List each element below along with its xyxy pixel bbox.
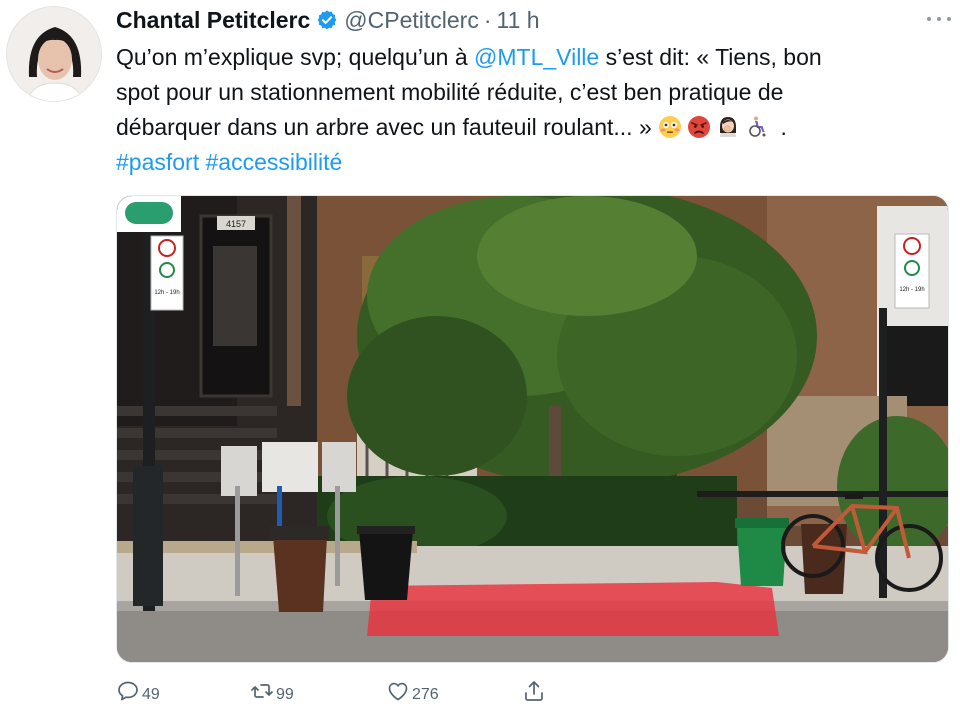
sign-hours-right: 12h - 19h	[899, 287, 924, 293]
share-icon	[525, 681, 543, 701]
tweet-line-2: spot pour un stationnement mobilité rédu…	[116, 79, 784, 105]
tweet-line-1: Qu’on m’explique svp; quelqu’un à @MTL_V…	[116, 40, 936, 75]
tweet-text-segment: s’est dit: « Tiens, bon	[599, 44, 822, 70]
like-button[interactable]: 276	[386, 674, 439, 708]
reply-count: 49	[142, 686, 160, 703]
tweet-line-4: #pasfort #accessibilité	[116, 145, 936, 180]
action-bar: 49 99 276	[116, 674, 556, 708]
woman-facepalming-emoji	[720, 117, 737, 137]
hashtag-pasfort[interactable]: #pasfort	[116, 149, 199, 175]
tweet-text-segment: .	[774, 114, 787, 140]
retweet-icon	[251, 684, 273, 698]
retweet-button[interactable]: 99	[250, 674, 294, 708]
more-options-icon[interactable]	[927, 10, 951, 28]
like-count: 276	[412, 686, 439, 703]
street-photo: 4157 12h - 19h 12h - 19h	[117, 196, 948, 662]
reply-icon	[118, 681, 138, 701]
author-name[interactable]: Chantal Petitclerc	[116, 7, 310, 34]
mention-link[interactable]: @MTL_Ville	[474, 44, 599, 70]
verified-badge-icon	[317, 10, 337, 30]
tweet-text: Qu’on m’explique svp; quelqu’un à @MTL_V…	[116, 40, 936, 180]
retweet-count: 99	[276, 686, 294, 703]
sign-hours-left: 12h - 19h	[154, 290, 179, 296]
building-number: 4157	[226, 219, 246, 229]
share-button[interactable]	[522, 674, 546, 708]
heart-icon	[388, 682, 408, 701]
tweet-line-3: débarquer dans un arbre avec un fauteuil…	[116, 110, 936, 145]
tweet-photo[interactable]: 4157 12h - 19h 12h - 19h	[116, 195, 949, 663]
tweet-header: Chantal Petitclerc @CPetitclerc · 11 h	[116, 4, 540, 36]
tweet: Chantal Petitclerc @CPetitclerc · 11 h Q…	[0, 0, 960, 714]
angry-face-emoji	[688, 116, 711, 138]
hashtag-accessibilite[interactable]: #accessibilité	[206, 149, 343, 175]
separator-dot: ·	[483, 6, 492, 33]
tweet-timestamp[interactable]: 11 h	[497, 7, 540, 34]
author-handle[interactable]: @CPetitclerc	[344, 7, 479, 34]
tweet-text-segment: Qu’on m’explique svp; quelqu’un à	[116, 44, 475, 70]
tweet-text-segment: débarquer dans un arbre avec un fauteuil…	[116, 114, 659, 140]
flushed-face-emoji	[659, 116, 682, 138]
avatar-image	[7, 7, 101, 101]
reply-button[interactable]: 49	[116, 674, 160, 708]
person-in-wheelchair-emoji	[749, 116, 766, 137]
avatar[interactable]	[6, 6, 102, 102]
